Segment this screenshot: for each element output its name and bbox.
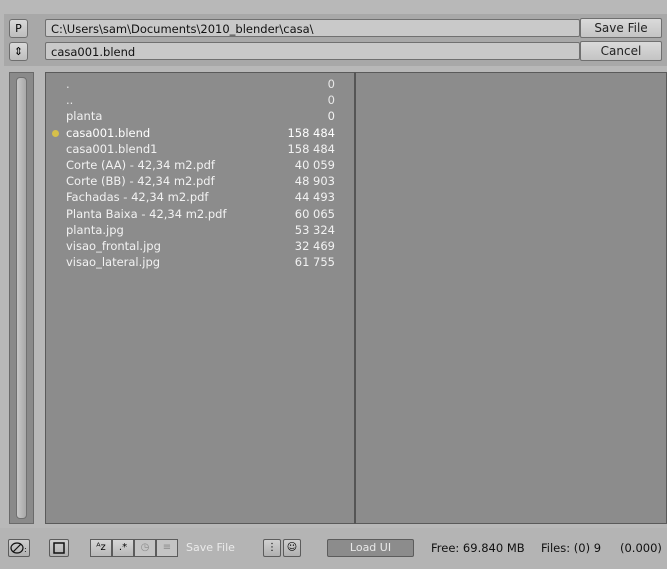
file-name: casa001.blend [66, 125, 151, 140]
free-space-label: Free: 69.840 MB [431, 541, 525, 555]
column-divider [354, 72, 356, 524]
file-size: 48 903 [294, 174, 335, 189]
file-name: visao_lateral.jpg [66, 255, 161, 270]
scrollbar-thumb[interactable] [16, 77, 27, 519]
file-name: Fachadas - 42,34 m2.pdf [66, 190, 209, 205]
editor-type-icon: : [10, 542, 27, 554]
svg-text::: : [24, 545, 27, 554]
filename-field[interactable]: casa001.blend [45, 42, 580, 60]
directory-path-field[interactable]: C:\Users\sam\Documents\2010_blender\casa… [45, 19, 580, 37]
list-item[interactable]: visao_frontal.jpg 32 469 [45, 238, 345, 254]
file-name: casa001.blend1 [66, 141, 158, 156]
sort-time-icon[interactable]: ◷ [134, 539, 156, 557]
file-size: 61 755 [294, 255, 335, 270]
file-size: 158 484 [287, 141, 335, 156]
parent-dir-button[interactable]: ⇕ [9, 42, 28, 61]
file-size: 32 469 [294, 238, 335, 253]
file-list: .0 .. 0 planta 0 casa001.blend 158 484 casa… [45, 76, 345, 270]
file-name: Corte (AA) - 42,34 m2.pdf [66, 157, 215, 172]
list-item[interactable]: .0 [45, 76, 345, 92]
scrollbar[interactable] [9, 72, 34, 524]
file-size: 158 484 [287, 125, 335, 140]
list-item[interactable]: planta 0 [45, 108, 345, 124]
fullscreen-toggle-icon[interactable] [49, 539, 69, 557]
save-file-button[interactable]: Save File [580, 18, 662, 38]
file-name: . [66, 77, 70, 91]
file-name: planta.jpg [66, 222, 124, 237]
sort-ext-icon[interactable]: .* [112, 539, 134, 557]
p-button[interactable]: P [9, 19, 28, 38]
file-name: visao_frontal.jpg [66, 238, 161, 253]
file-size: 53 324 [294, 222, 335, 237]
list-item[interactable]: Planta Baixa - 42,34 m2.pdf 60 065 [45, 206, 345, 222]
list-item-selected[interactable]: casa001.blend 158 484 [45, 125, 345, 141]
ghost-view-icon[interactable]: ☺ [283, 539, 301, 557]
list-item[interactable]: planta.jpg 53 324 [45, 222, 345, 238]
sort-toggle-group: ᴬz .* ◷ ≡ [90, 539, 178, 557]
files-count-label: Files: (0) 9 [541, 541, 602, 555]
selected-dot-icon [52, 129, 59, 137]
window-type-menu-icon[interactable]: : [8, 539, 30, 557]
file-name: Corte (BB) - 42,34 m2.pdf [66, 174, 215, 189]
sort-alpha-icon[interactable]: ᴬz [90, 539, 112, 557]
save-file-footer-button[interactable]: Save File [186, 539, 235, 557]
file-size: 44 493 [294, 190, 335, 205]
list-item[interactable]: Corte (BB) - 42,34 m2.pdf 48 903 [45, 173, 345, 189]
list-item[interactable]: Corte (AA) - 42,34 m2.pdf 40 059 [45, 157, 345, 173]
list-item[interactable]: .. 0 [45, 92, 345, 108]
file-name: Planta Baixa - 42,34 m2.pdf [66, 206, 227, 221]
file-size: 0 [327, 109, 335, 124]
cancel-button[interactable]: Cancel [580, 41, 662, 61]
file-name: planta [66, 109, 103, 124]
file-size: 40 059 [294, 157, 335, 172]
list-item[interactable]: visao_lateral.jpg 61 755 [45, 254, 345, 270]
file-size: 0 [327, 93, 335, 108]
selected-size-label: (0.000) [620, 541, 662, 555]
details-view-icon[interactable]: ⋮ [263, 539, 281, 557]
load-ui-toggle[interactable]: Load UI [327, 539, 414, 557]
file-size: 0 [327, 77, 335, 91]
square-icon [53, 542, 65, 554]
list-item[interactable]: Fachadas - 42,34 m2.pdf 44 493 [45, 189, 345, 205]
file-name: .. [66, 93, 74, 108]
list-item[interactable]: casa001.blend1 158 484 [45, 141, 345, 157]
file-size: 60 065 [294, 206, 335, 221]
sort-size-icon[interactable]: ≡ [156, 539, 178, 557]
